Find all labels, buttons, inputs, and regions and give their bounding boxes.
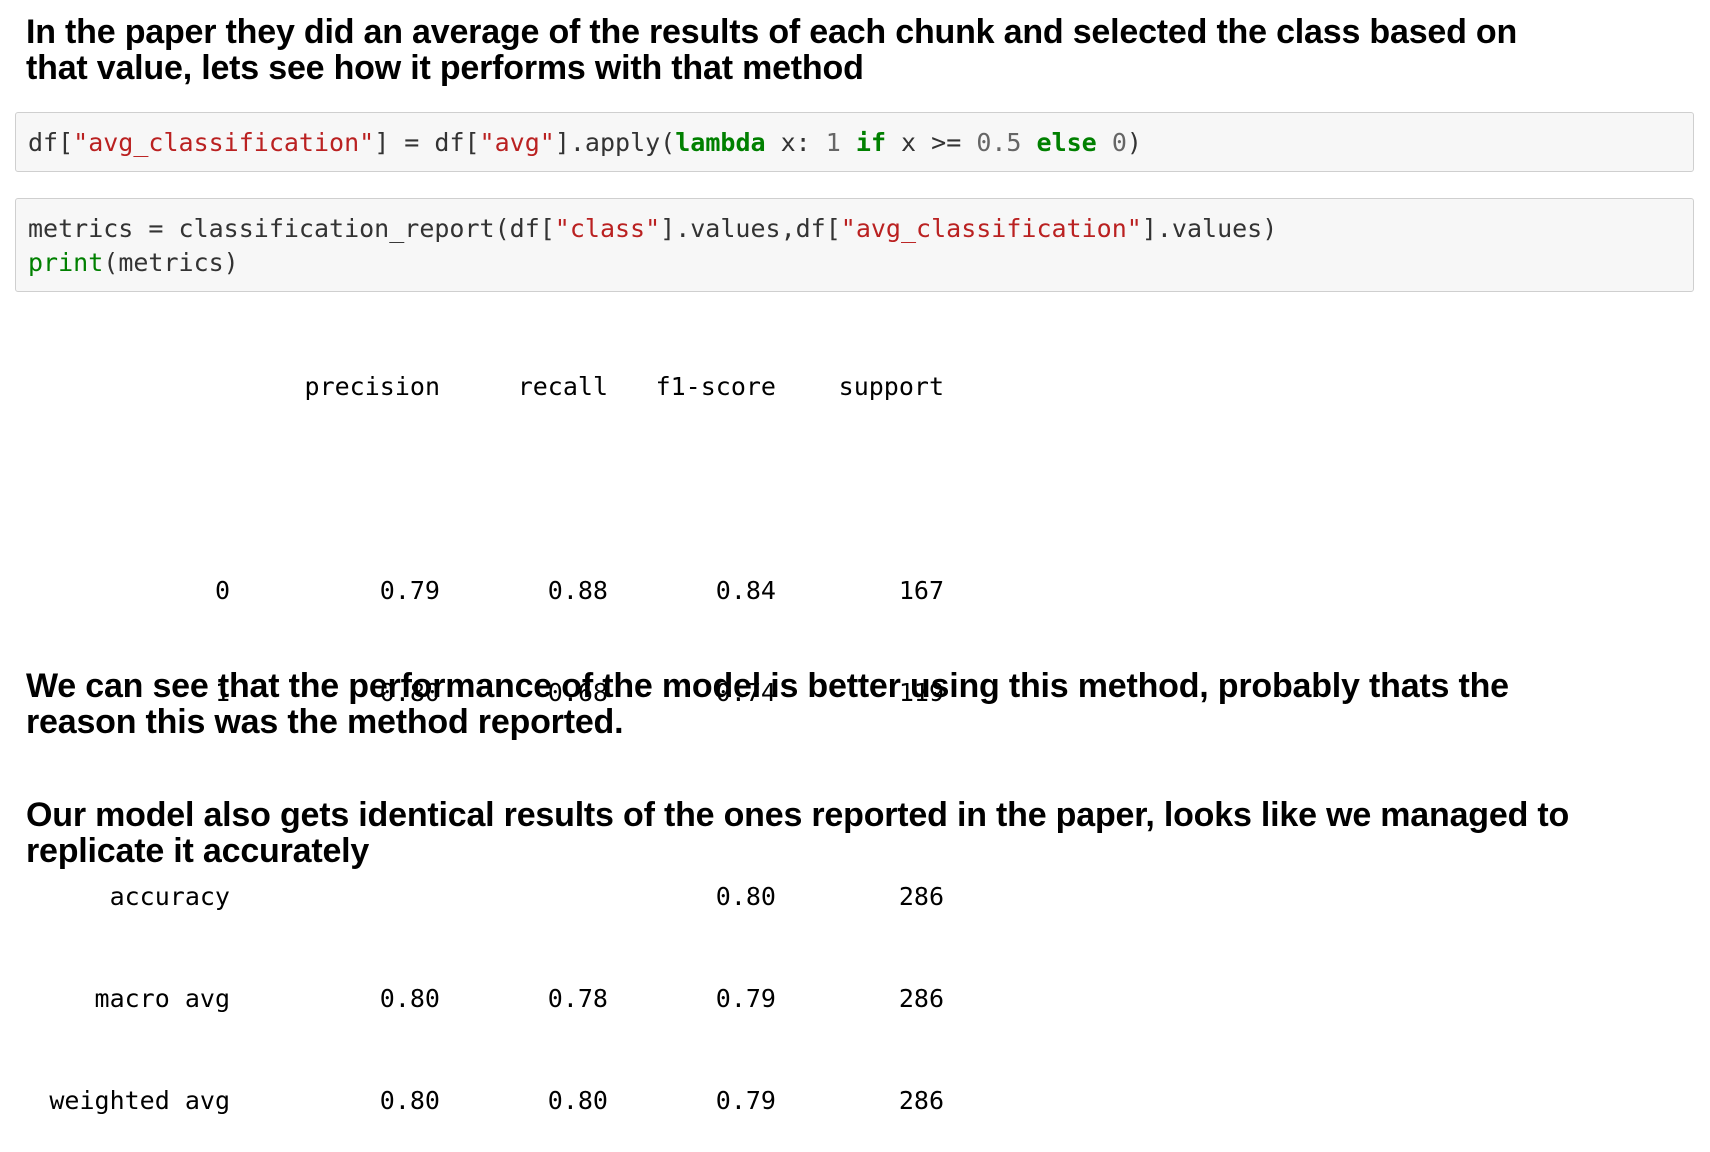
number-token: 0 (1111, 128, 1127, 157)
report-cell (440, 880, 608, 914)
code-input[interactable]: df["avg_classification"] = df["avg"].app… (28, 126, 1142, 160)
code-token: x: (765, 128, 826, 157)
keyword-token: if (855, 128, 886, 157)
code-token: ) (1126, 128, 1142, 157)
report-summary-row: macro avg 0.80 0.78 0.79 286 (26, 982, 944, 1016)
report-cell: 286 (898, 1086, 944, 1115)
report-cell: 0.80 (379, 984, 440, 1013)
report-summary-row: weighted avg 0.80 0.80 0.79 286 (26, 1084, 944, 1118)
report-header-f1-score: f1-score (655, 372, 776, 401)
markdown-heading-conclusion: We can see that the performance of the m… (26, 668, 1686, 740)
markdown-heading-replication: Our model also gets identical results of… (26, 797, 1686, 869)
code-token: ].apply( (554, 128, 676, 157)
heading-line: that value, lets see how it performs wit… (26, 49, 864, 87)
code-cell-classification-report[interactable]: metrics = classification_report(df["clas… (15, 198, 1694, 292)
report-cell: 0 (214, 576, 230, 605)
report-row: 0 0.79 0.88 0.84 167 (26, 574, 944, 608)
report-cell: 167 (898, 576, 944, 605)
code-token: ].values,df[ (660, 214, 841, 243)
report-cell: 0.80 (379, 1086, 440, 1115)
report-summary-row: accuracy 0.80 286 (26, 880, 944, 914)
code-input[interactable]: metrics = classification_report(df["clas… (28, 212, 1277, 280)
heading-line: Our model also gets identical results of… (26, 796, 1570, 834)
code-token: metrics = classification_report(df[ (28, 214, 555, 243)
report-cell: 0.79 (715, 984, 776, 1013)
code-token: (metrics) (103, 248, 239, 277)
string-token: "avg" (479, 128, 555, 157)
report-cell: 0.79 (715, 1086, 776, 1115)
report-header-row: precision recall f1-score support (26, 370, 944, 404)
report-cell: weighted avg (49, 1086, 230, 1115)
heading-line: We can see that the performance of the m… (26, 667, 1509, 705)
report-cell: 286 (898, 984, 944, 1013)
report-cell: macro avg (94, 984, 230, 1013)
report-cell (230, 880, 440, 914)
code-token: ] = df[ (374, 128, 480, 157)
code-cell-avg-classification[interactable]: df["avg_classification"] = df["avg"].app… (15, 112, 1694, 172)
report-cell: 0.80 (547, 1086, 608, 1115)
keyword-token: lambda (675, 128, 766, 157)
code-token: df[ (28, 128, 74, 157)
markdown-heading-intro: In the paper they did an average of the … (26, 14, 1686, 86)
string-token: "avg_classification" (73, 128, 375, 157)
number-token: 1 (825, 128, 841, 157)
heading-line: reason this was the method reported. (26, 703, 624, 741)
string-token: "class" (554, 214, 661, 243)
code-token: ].values) (1141, 214, 1278, 243)
report-cell: 286 (898, 882, 944, 911)
number-token: 0.5 (976, 128, 1022, 157)
report-cell: 0.80 (715, 882, 776, 911)
report-cell: 0.78 (547, 984, 608, 1013)
heading-line: In the paper they did an average of the … (26, 13, 1518, 51)
report-header-support: support (838, 372, 944, 401)
report-header-precision: precision (304, 372, 440, 401)
heading-line: replicate it accurately (26, 832, 370, 870)
report-cell: 0.84 (715, 576, 776, 605)
report-cell: 0.79 (379, 576, 440, 605)
code-token: x >= (886, 128, 977, 157)
string-token: "avg_classification" (840, 214, 1142, 243)
report-cell: accuracy (109, 882, 230, 911)
builtin-token: print (28, 248, 104, 277)
report-cell: 0.88 (547, 576, 608, 605)
report-spacer (26, 472, 944, 506)
report-cell (26, 370, 230, 404)
keyword-token: else (1036, 128, 1097, 157)
report-header-recall: recall (517, 372, 608, 401)
